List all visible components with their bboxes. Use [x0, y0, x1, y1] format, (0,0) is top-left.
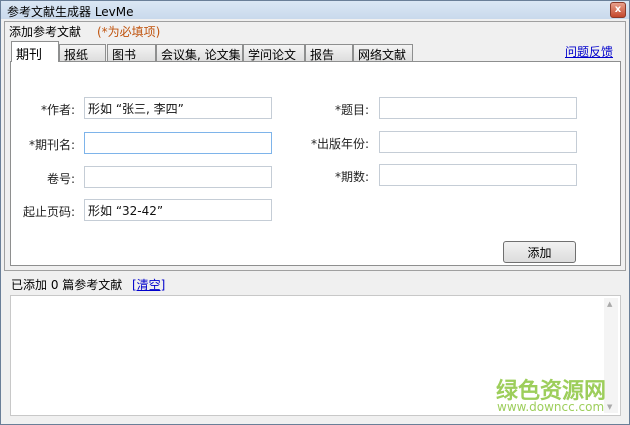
feedback-link[interactable]: 问题反馈 — [565, 43, 613, 60]
tab-newspaper[interactable]: 报纸 — [59, 44, 106, 62]
issue-label: *期数: — [334, 170, 369, 184]
tab-book[interactable]: 图书 — [107, 44, 156, 62]
tab-report[interactable]: 报告 — [305, 44, 353, 62]
author-label: *作者: — [40, 103, 75, 117]
journal-label: *期刊名: — [28, 138, 75, 152]
author-input[interactable] — [84, 97, 272, 119]
issue-input[interactable] — [379, 164, 577, 186]
title-input[interactable] — [379, 97, 577, 119]
tab-web[interactable]: 网络文献 — [353, 44, 413, 62]
year-input[interactable] — [379, 131, 577, 153]
required-note: (*为必填项) — [97, 25, 161, 39]
scroll-down-icon[interactable]: ▼ — [607, 403, 612, 411]
journal-input[interactable] — [84, 132, 272, 154]
pages-label: 起止页码: — [22, 205, 75, 219]
tab-thesis[interactable]: 学问论文 — [243, 44, 305, 62]
app-window: 参考文献生成器 LevMe x 添加参考文献 (*为必填项) 期刊 报纸 图书 … — [0, 0, 630, 425]
added-count-text: 已添加 0 篇参考文献 — [11, 278, 123, 292]
pages-input[interactable] — [84, 199, 272, 221]
tab-journal[interactable]: 期刊 — [11, 41, 59, 63]
clear-link[interactable]: [清空] — [132, 276, 165, 293]
watermark-url: www.downcc.com — [497, 400, 605, 414]
scroll-up-icon[interactable]: ▲ — [607, 300, 612, 308]
title-label: *题目: — [334, 103, 369, 117]
tab-proceedings[interactable]: 会议集, 论文集 — [156, 44, 243, 62]
title-bar: 参考文献生成器 LevMe x — [1, 1, 629, 19]
group-label: 添加参考文献 — [9, 25, 82, 39]
volume-input[interactable] — [84, 166, 272, 188]
window-title: 参考文献生成器 LevMe — [7, 5, 134, 19]
add-button[interactable]: 添加 — [503, 241, 576, 263]
volume-label: 卷号: — [46, 172, 75, 186]
year-label: *出版年份: — [310, 137, 369, 151]
scrollbar[interactable]: ▲ ▼ — [604, 298, 618, 413]
close-icon[interactable]: x — [610, 2, 626, 18]
